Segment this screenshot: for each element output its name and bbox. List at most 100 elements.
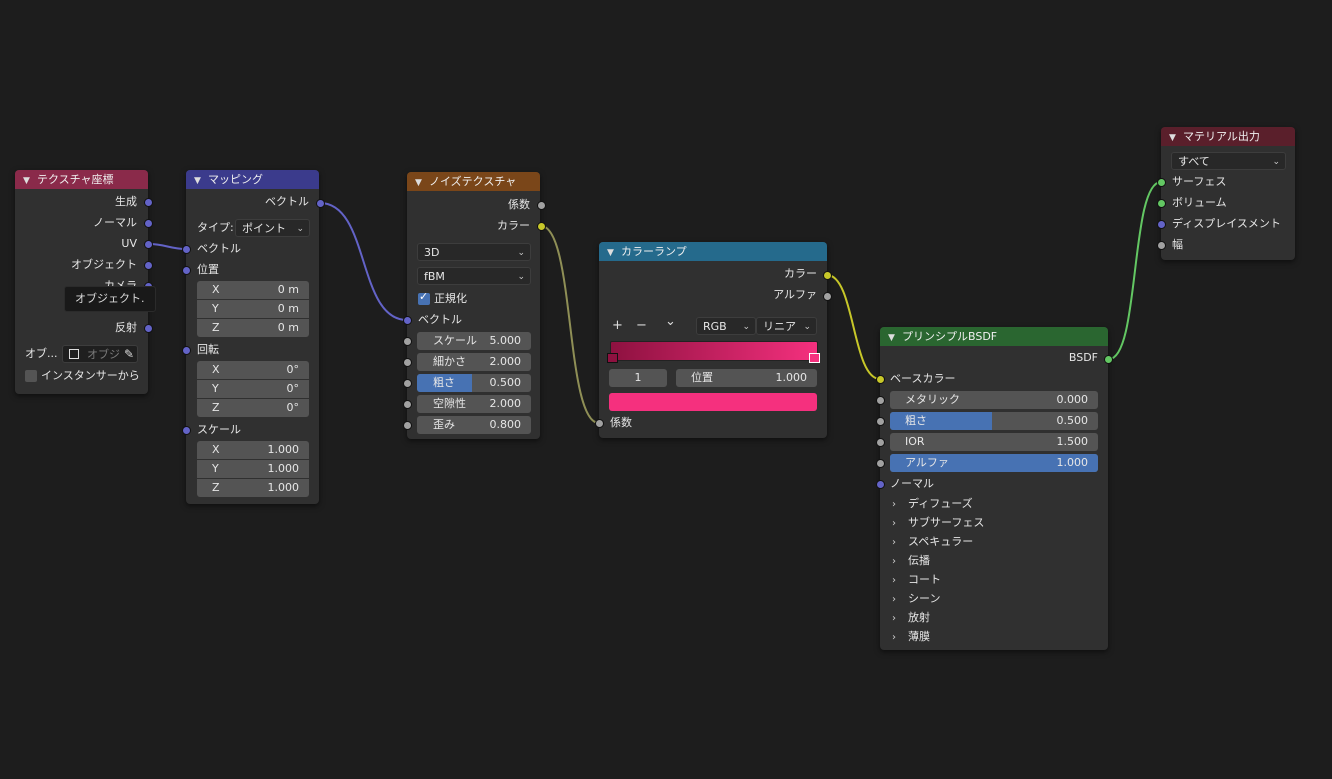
object-picker[interactable]: オブジ ✎ [62,345,138,363]
chevron-down-icon[interactable]: ▼ [194,172,204,191]
socket-ior[interactable] [876,438,885,447]
node-header[interactable]: ▼ カラーランプ [599,242,827,261]
socket-scale[interactable] [403,337,412,346]
panel-thin-film[interactable]: › 薄膜 [892,627,930,646]
chevron-down-icon[interactable]: ▼ [607,244,617,263]
stop-position-field[interactable]: 位置 1.000 [676,369,817,387]
socket-generated[interactable] [144,198,153,207]
socket-uv[interactable] [144,240,153,249]
fac-label: 係数 [610,416,632,429]
socket-roughness[interactable] [876,417,885,426]
socket-alpha[interactable] [876,459,885,468]
lacunarity-field[interactable]: 空隙性 2.000 [417,395,531,413]
color-mode-select[interactable]: RGB ⌄ [696,317,756,335]
chevron-down-icon[interactable]: ▼ [1169,129,1179,148]
socket-fac-out[interactable] [537,201,546,210]
socket-normal[interactable] [144,219,153,228]
detail-field[interactable]: 細かさ 2.000 [417,353,531,371]
socket-volume[interactable] [1157,199,1166,208]
socket-distortion[interactable] [403,421,412,430]
node-header[interactable]: ▼ プリンシプルBSDF [880,327,1108,346]
axis-value: 0 m [277,302,299,315]
node-title: カラーランプ [621,245,687,258]
panel-sheen[interactable]: › シーン [892,589,940,608]
node-color-ramp[interactable]: ▼ カラーランプ カラー アルファ + − ⌄ RGB ⌄ リニア ⌄ 1 位置 1.0… [595,242,832,438]
node-principled-bsdf[interactable]: ▼ プリンシプルBSDF BSDF ベースカラー メタリック 0.000 粗さ 0.5… [876,327,1113,650]
distortion-field[interactable]: 歪み 0.800 [417,416,531,434]
noise-type-select[interactable]: fBM ⌄ [417,267,531,285]
target-select[interactable]: すべて ⌄ [1171,152,1286,170]
scale-y[interactable]: Y 1.000 [197,460,309,478]
node-material-output[interactable]: ▼ マテリアル出力 すべて ⌄ サーフェス ボリューム ディスプレイスメント 幅 [1157,127,1295,260]
type-select[interactable]: ポイント ⌄ [235,219,310,237]
socket-roughness[interactable] [403,379,412,388]
socket-location[interactable] [182,266,191,275]
scale-z[interactable]: Z 1.000 [197,479,309,497]
socket-fac-in[interactable] [595,419,604,428]
stop-color-swatch[interactable] [609,393,817,411]
panel-coat[interactable]: › コート [892,570,941,589]
socket-rotation[interactable] [182,346,191,355]
ior-field[interactable]: IOR 1.500 [890,433,1098,451]
socket-color-out[interactable] [537,222,546,231]
panel-subsurface[interactable]: › サブサーフェス [892,513,984,532]
node-texture-coordinate[interactable]: ▼ テクスチャ座標 生成 ノーマル UV オブジェクト カメラ 反射 オブ... … [15,170,153,394]
socket-displacement[interactable] [1157,220,1166,229]
socket-detail[interactable] [403,358,412,367]
node-header[interactable]: ▼ ノイズテクスチャ [407,172,540,191]
panel-specular[interactable]: › スペキュラー [892,532,973,551]
socket-color-out[interactable] [823,271,832,280]
socket-reflection[interactable] [144,324,153,333]
ramp-menu-chevron[interactable]: ⌄ [665,314,676,330]
roughness-field[interactable]: 粗さ 0.500 [417,374,531,392]
socket-vector-out[interactable] [316,199,325,208]
chevron-down-icon[interactable]: ▼ [888,329,898,348]
instancer-checkbox[interactable] [25,370,37,382]
ramp-stop-end[interactable] [809,353,820,363]
add-stop-button[interactable]: + [612,318,623,334]
color-ramp-gradient[interactable] [610,341,818,361]
socket-thickness[interactable] [1157,241,1166,250]
remove-stop-button[interactable]: − [636,318,647,334]
node-mapping[interactable]: ▼ マッピング ベクトル タイプ: ポイント ⌄ ベクトル 位置 X 0 m Y 0 m… [182,170,325,504]
normalize-checkbox[interactable]: ✓ [418,290,430,305]
socket-base-color[interactable] [876,375,885,384]
socket-bsdf-out[interactable] [1104,355,1113,364]
scale-field[interactable]: スケール 5.000 [417,332,531,350]
panel-emission[interactable]: › 放射 [892,608,930,627]
active-stop-index[interactable]: 1 [609,369,667,387]
socket-surface[interactable] [1157,178,1166,187]
node-header[interactable]: ▼ マテリアル出力 [1161,127,1295,146]
roughness-field[interactable]: 粗さ 0.500 [890,412,1098,430]
socket-alpha-out[interactable] [823,292,832,301]
socket-vector-in[interactable] [182,245,191,254]
socket-scale[interactable] [182,426,191,435]
node-header[interactable]: ▼ テクスチャ座標 [15,170,148,189]
chevron-down-icon[interactable]: ▼ [415,174,425,193]
node-title: テクスチャ座標 [37,173,114,186]
node-header[interactable]: ▼ マッピング [186,170,319,189]
scale-x[interactable]: X 1.000 [197,441,309,459]
axis-label: Z [212,321,220,334]
interpolation-select[interactable]: リニア ⌄ [756,317,817,335]
socket-metallic[interactable] [876,396,885,405]
socket-vector-in[interactable] [403,316,412,325]
rotation-y[interactable]: Y 0° [197,380,309,398]
alpha-field[interactable]: アルファ 1.000 [890,454,1098,472]
panel-transmission[interactable]: › 伝播 [892,551,930,570]
ramp-stop-start[interactable] [607,353,618,363]
location-z[interactable]: Z 0 m [197,319,309,337]
node-noise-texture[interactable]: ▼ ノイズテクスチャ 係数 カラー 3D ⌄ fBM ⌄ ✓ 正規化 ベクトル スケー… [403,172,546,439]
metallic-field[interactable]: メタリック 0.000 [890,391,1098,409]
location-x[interactable]: X 0 m [197,281,309,299]
rotation-x[interactable]: X 0° [197,361,309,379]
chevron-down-icon[interactable]: ▼ [23,172,33,191]
location-y[interactable]: Y 0 m [197,300,309,318]
socket-object[interactable] [144,261,153,270]
eyedropper-icon[interactable]: ✎ [124,345,134,363]
socket-normal[interactable] [876,480,885,489]
dimensions-select[interactable]: 3D ⌄ [417,243,531,261]
panel-diffuse[interactable]: › ディフューズ [892,494,973,513]
rotation-z[interactable]: Z 0° [197,399,309,417]
socket-lacunarity[interactable] [403,400,412,409]
